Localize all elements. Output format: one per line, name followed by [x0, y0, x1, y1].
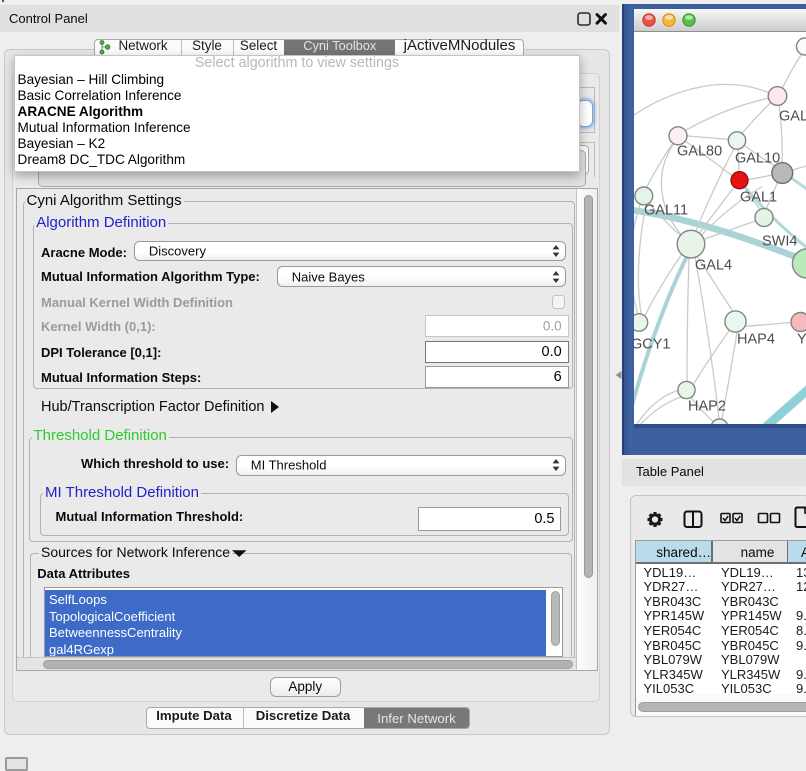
svg-text:GAL1: GAL1	[740, 189, 777, 205]
svg-text:GAL80: GAL80	[677, 143, 722, 159]
svg-text:HAP2: HAP2	[688, 398, 726, 414]
svg-text:GAL7: GAL7	[779, 108, 806, 124]
svg-text:SWI4: SWI4	[762, 233, 797, 249]
svg-text:GAL4: GAL4	[695, 257, 732, 273]
svg-text:HAP4: HAP4	[737, 331, 775, 347]
svg-text:GAL11: GAL11	[644, 202, 688, 218]
svg-text:GAL10: GAL10	[735, 150, 780, 166]
svg-text:GCY1: GCY1	[634, 336, 671, 352]
svg-text:YM: YM	[797, 331, 806, 347]
